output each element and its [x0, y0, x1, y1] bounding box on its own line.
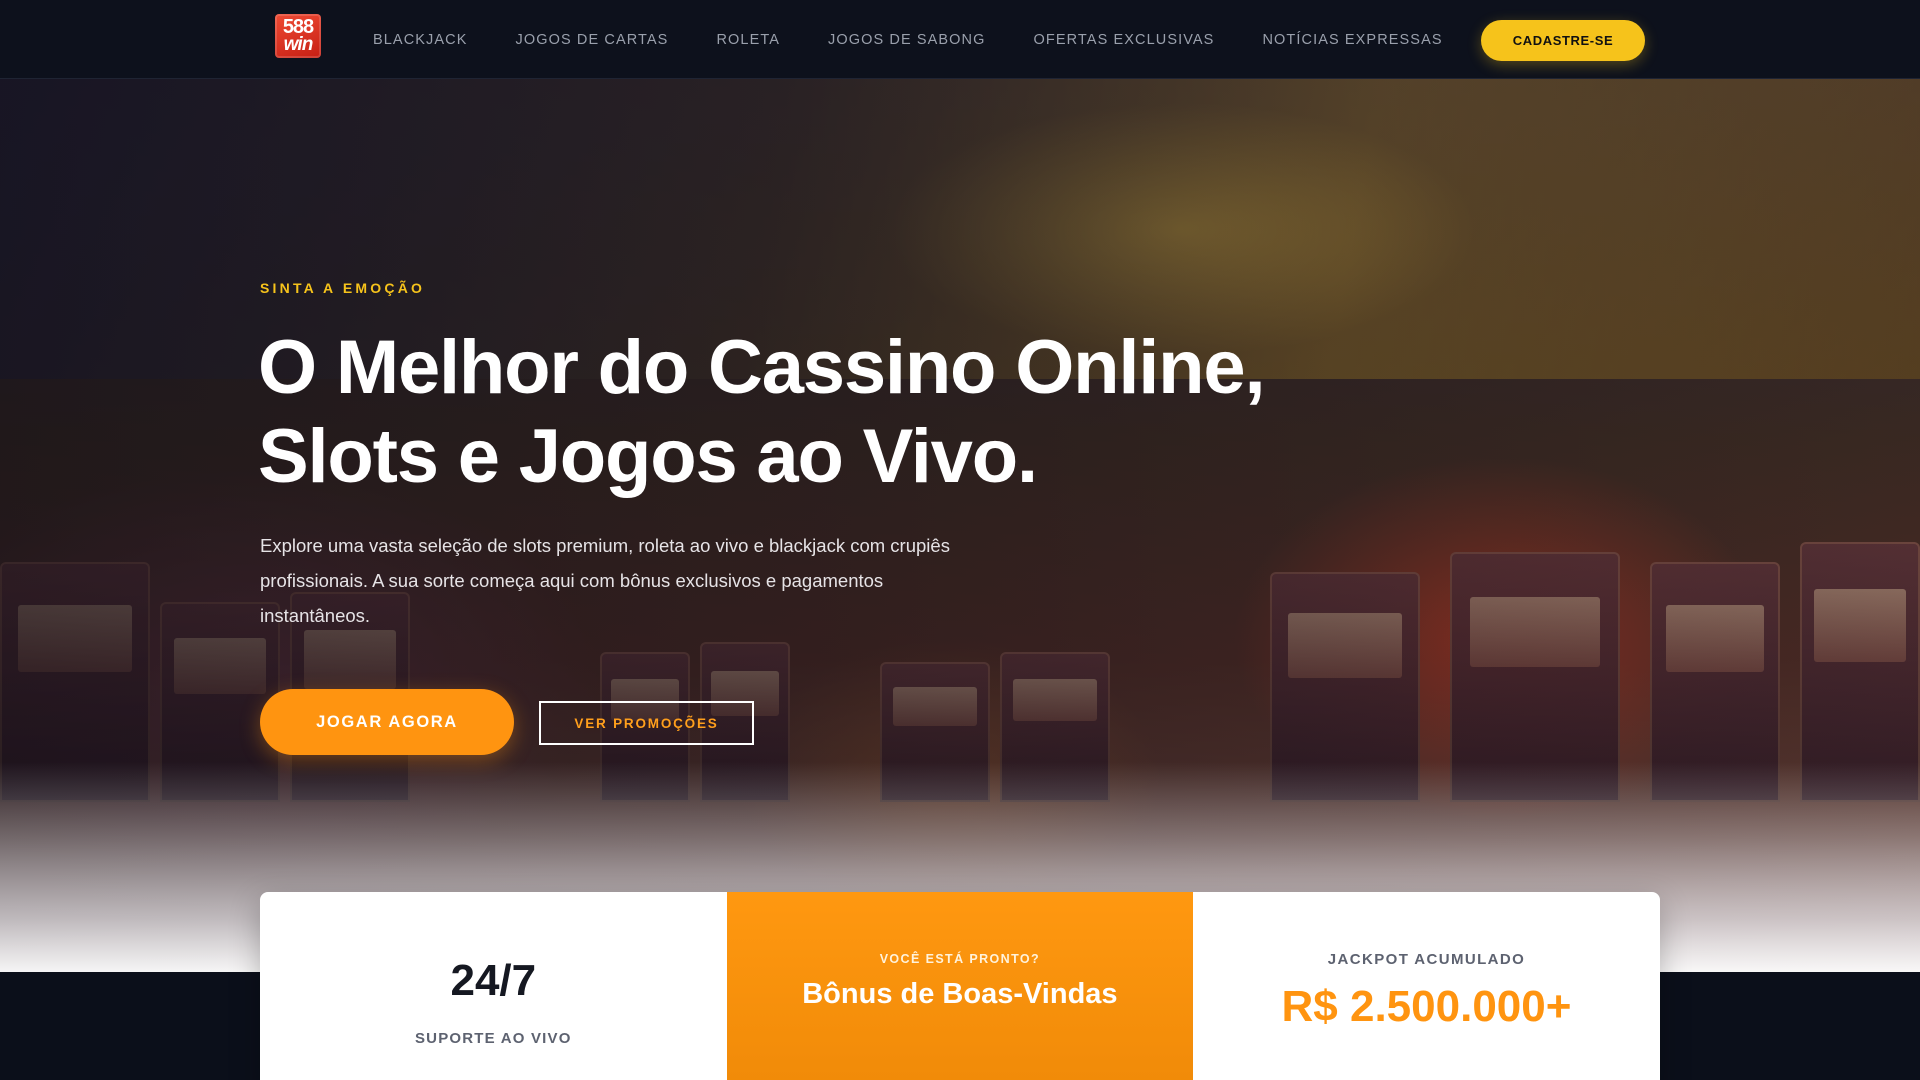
bonus-kicker: VOCÊ ESTÁ PRONTO? [879, 952, 1041, 966]
signup-button[interactable]: CADASTRE-SE [1481, 20, 1645, 61]
view-promotions-button[interactable]: VER PROMOÇÕES [539, 701, 754, 745]
nav-item-roulette[interactable]: ROLETA [716, 32, 780, 48]
main-menu: BLACKJACK JOGOS DE CARTAS ROLETA JOGOS D… [373, 0, 1491, 79]
nav-item-sabong[interactable]: JOGOS DE SABONG [828, 32, 986, 48]
hero-headline: O Melhor do Cassino Online, Slots e Jogo… [258, 323, 1358, 501]
top-navbar: 588 win BLACKJACK JOGOS DE CARTAS ROLETA… [0, 0, 1920, 79]
hero-section: SINTA A EMOÇÃO O Melhor do Cassino Onlin… [0, 79, 1920, 972]
brand-logo[interactable]: 588 win [275, 14, 321, 58]
jackpot-label: JACKPOT ACUMULADO [1327, 951, 1526, 968]
nav-item-blackjack[interactable]: BLACKJACK [373, 32, 468, 48]
play-now-button[interactable]: JOGAR AGORA [260, 689, 514, 755]
support-value: 24/7 [450, 956, 537, 1005]
stats-bar: 24/7 SUPORTE AO VIVO VOCÊ ESTÁ PRONTO? B… [260, 892, 1660, 1080]
bonus-title: Bônus de Boas-Vindas [802, 978, 1118, 1010]
support-card: 24/7 SUPORTE AO VIVO [260, 892, 727, 1080]
nav-item-card-games[interactable]: JOGOS DE CARTAS [516, 32, 669, 48]
support-label: SUPORTE AO VIVO [414, 1030, 572, 1047]
hero-kicker: SINTA A EMOÇÃO [260, 280, 426, 296]
nav-item-news[interactable]: NOTÍCIAS EXPRESSAS [1262, 32, 1442, 48]
hero-description: Explore uma vasta seleção de slots premi… [260, 535, 950, 626]
jackpot-value: R$ 2.500.000+ [1281, 982, 1572, 1031]
jackpot-card: JACKPOT ACUMULADO R$ 2.500.000+ [1193, 892, 1660, 1080]
logo-word: win [283, 34, 314, 55]
nav-item-offers[interactable]: OFERTAS EXCLUSIVAS [1034, 32, 1215, 48]
hero-headline-line-1: O Melhor do Cassino Online, [258, 325, 1266, 410]
welcome-bonus-card[interactable]: VOCÊ ESTÁ PRONTO? Bônus de Boas-Vindas [726, 892, 1194, 1080]
hero-headline-line-2: Slots e Jogos ao Vivo. [258, 414, 1038, 499]
